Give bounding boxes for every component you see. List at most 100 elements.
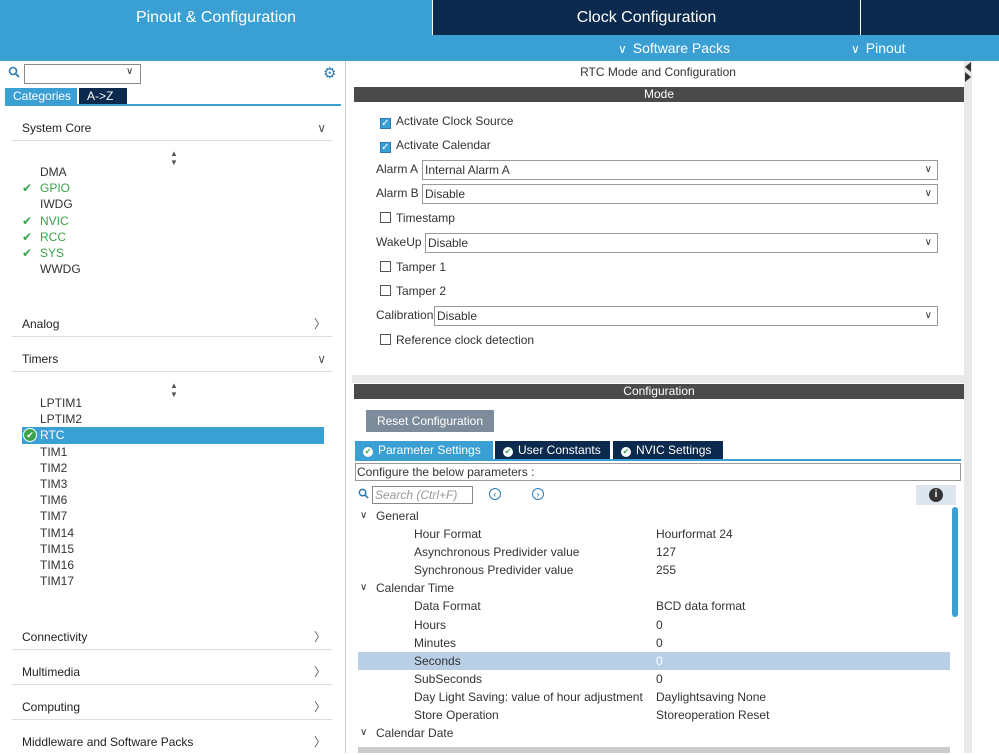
system-core-list: DMA ✔ GPIO IWDG ✔ NVIC ✔ RCC ✔ SYS WWDG xyxy=(22,164,81,277)
wakeup-select[interactable]: Disable ∨ xyxy=(425,233,938,253)
list-item-tim17[interactable]: TIM17 xyxy=(22,573,324,589)
select-value: Disable xyxy=(425,187,466,201)
list-item-tim3[interactable]: TIM3 xyxy=(22,476,324,492)
alarm-b-row: Alarm B Disable ∨ xyxy=(376,184,938,204)
tab-user-constants[interactable]: ✔ User Constants xyxy=(495,441,610,459)
alarm-a-select[interactable]: Internal Alarm A ∨ xyxy=(422,160,938,180)
list-item-wwdg[interactable]: WWDG xyxy=(22,261,81,277)
timestamp-checkbox[interactable]: Timestamp xyxy=(380,210,455,226)
section-analog[interactable]: Analog 〉 xyxy=(12,311,332,337)
table-row[interactable]: Store Operation Storeoperation Reset xyxy=(358,706,950,724)
param-value: Daylightsaving None xyxy=(656,689,767,704)
panel-scrollbar[interactable] xyxy=(964,61,972,753)
alarm-b-select[interactable]: Disable ∨ xyxy=(422,184,938,204)
param-value[interactable]: 0 xyxy=(656,652,663,670)
list-item-rtc[interactable]: ✔ RTC xyxy=(22,427,324,444)
tab-clock-configuration[interactable]: Clock Configuration xyxy=(432,0,860,35)
tab-parameter-settings[interactable]: ✔ Parameter Settings xyxy=(355,441,493,459)
sort-icon[interactable]: ▲ ▼ xyxy=(170,149,178,167)
tab-a-to-z[interactable]: A->Z xyxy=(79,88,127,104)
tree-group-general[interactable]: ∨ General xyxy=(358,507,950,525)
activate-clock-source-checkbox[interactable]: ✓ Activate Clock Source xyxy=(380,113,513,129)
chevron-down-icon: ∨ xyxy=(360,727,368,739)
list-item-tim15[interactable]: TIM15 xyxy=(22,541,324,557)
list-item-dma[interactable]: DMA xyxy=(22,164,81,180)
table-row[interactable]: Synchronous Predivider value 255 xyxy=(358,561,950,579)
table-row[interactable]: Hours 0 xyxy=(358,616,950,634)
checkbox-unchecked-icon xyxy=(380,261,391,272)
category-search-select[interactable] xyxy=(24,64,141,84)
check-icon: ✔ xyxy=(22,213,33,228)
tree-group-calendar-time[interactable]: ∨ Calendar Time xyxy=(358,579,950,597)
parameter-search-input[interactable]: Search (Ctrl+F) xyxy=(372,486,473,504)
field-label: Alarm B xyxy=(376,186,419,200)
software-packs-menu[interactable]: ∨ Software Packs xyxy=(618,35,730,61)
gear-icon[interactable]: ⚙ xyxy=(323,64,336,82)
chevron-down-icon[interactable]: ∨ xyxy=(126,66,133,77)
pinout-menu[interactable]: ∨ Pinout xyxy=(851,35,906,61)
item-label: SYS xyxy=(40,245,65,260)
list-item-tim7[interactable]: TIM7 xyxy=(22,508,324,524)
calibration-select[interactable]: Disable ∨ xyxy=(434,306,938,326)
tab-categories[interactable]: Categories xyxy=(5,88,77,104)
table-row[interactable]: SubSeconds 0 xyxy=(358,670,950,688)
list-item-tim1[interactable]: TIM1 xyxy=(22,444,324,460)
param-value: Hourformat 24 xyxy=(656,527,733,542)
list-item-sys[interactable]: ✔ SYS xyxy=(22,245,81,261)
table-row[interactable]: Hour Format Hourformat 24 xyxy=(358,525,950,543)
list-item-nvic[interactable]: ✔ NVIC xyxy=(22,213,81,229)
reset-configuration-button[interactable]: Reset Configuration xyxy=(366,410,494,432)
panel-divider[interactable] xyxy=(352,375,964,383)
table-row-selected[interactable]: Seconds 0 xyxy=(358,651,950,670)
tree-scrollbar[interactable] xyxy=(952,507,958,617)
item-label: LPTIM1 xyxy=(40,396,83,410)
tree-group-calendar-date[interactable]: ∨ Calendar Date xyxy=(358,724,950,742)
section-label: Timers xyxy=(22,352,59,366)
item-label: TIM1 xyxy=(40,444,68,459)
tab-extra[interactable] xyxy=(860,0,999,35)
list-item-iwdg[interactable]: IWDG xyxy=(22,196,81,212)
collapse-arrow-icon[interactable] xyxy=(964,62,972,82)
list-item-lptim2[interactable]: LPTIM2 xyxy=(22,411,324,427)
item-label: TIM6 xyxy=(40,493,68,508)
table-row[interactable]: Day Light Saving: value of hour adjustme… xyxy=(358,688,950,706)
section-computing[interactable]: Computing 〉 xyxy=(12,694,332,720)
checkbox-label: Activate Clock Source xyxy=(396,114,514,128)
chevron-down-icon: ∨ xyxy=(317,352,326,366)
param-label: Hour Format xyxy=(414,527,482,542)
list-item-tim14[interactable]: TIM14 xyxy=(22,525,324,541)
section-multimedia[interactable]: Multimedia 〉 xyxy=(12,659,332,685)
section-timers[interactable]: Timers ∨ xyxy=(12,346,332,372)
alarm-a-row: Alarm A Internal Alarm A ∨ xyxy=(376,160,938,180)
list-item-rcc[interactable]: ✔ RCC xyxy=(22,229,81,245)
horizontal-scrollbar[interactable] xyxy=(358,747,950,753)
list-item-lptim1[interactable]: LPTIM1 xyxy=(22,395,324,411)
table-row[interactable]: Asynchronous Predivider value 127 xyxy=(358,543,950,561)
tab-label: Parameter Settings xyxy=(378,443,481,457)
checkbox-label: Activate Calendar xyxy=(396,138,491,152)
reference-clock-checkbox[interactable]: Reference clock detection xyxy=(380,332,534,348)
tab-label: NVIC Settings xyxy=(636,443,712,457)
list-item-tim16[interactable]: TIM16 xyxy=(22,557,324,573)
tab-nvic-settings[interactable]: ✔ NVIC Settings xyxy=(613,441,723,459)
table-row[interactable]: Data Format BCD data format xyxy=(358,597,950,615)
tab-pinout-configuration[interactable]: Pinout & Configuration xyxy=(0,0,432,35)
panel-title: RTC Mode and Configuration xyxy=(580,65,736,79)
pinout-label: Pinout xyxy=(865,40,906,56)
tamper2-checkbox[interactable]: Tamper 2 xyxy=(380,283,446,299)
section-connectivity[interactable]: Connectivity 〉 xyxy=(12,624,332,650)
section-middleware[interactable]: Middleware and Software Packs 〉 xyxy=(12,729,332,755)
chevron-down-icon: ∨ xyxy=(851,42,860,56)
table-row[interactable]: Minutes 0 xyxy=(358,634,950,652)
activate-calendar-checkbox[interactable]: ✓ Activate Calendar xyxy=(380,137,491,153)
search-icon xyxy=(8,66,22,80)
chevron-right-icon: 〉 xyxy=(313,630,326,644)
section-system-core[interactable]: System Core ∨ xyxy=(12,115,332,141)
list-item-tim2[interactable]: TIM2 xyxy=(22,460,324,476)
list-item-gpio[interactable]: ✔ GPIO xyxy=(22,180,81,196)
list-item-tim6[interactable]: TIM6 xyxy=(22,492,324,508)
next-result-icon[interactable]: › xyxy=(532,488,544,500)
tamper1-checkbox[interactable]: Tamper 1 xyxy=(380,259,446,275)
previous-result-icon[interactable]: ‹ xyxy=(489,488,501,500)
info-button[interactable]: i xyxy=(916,485,956,505)
